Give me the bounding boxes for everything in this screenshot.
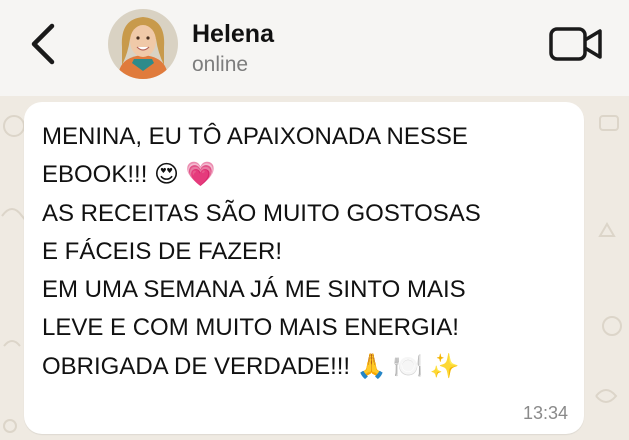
- message-line: EM UMA SEMANA JÁ ME SINTO MAIS: [42, 276, 466, 304]
- message-line: OBRIGADA DE VERDADE!!! 🙏 🍽️ ✨: [42, 352, 460, 380]
- message-bubble[interactable]: MENINA, EU TÔ APAIXONADA NESSE EBOOK!!! …: [24, 102, 584, 434]
- message-line: AS RECEITAS SÃO MUITO GOSTOSAS: [42, 199, 481, 227]
- message-line: LEVE E COM MUITO MAIS ENERGIA!: [42, 314, 459, 342]
- contact-name[interactable]: Helena: [192, 20, 274, 49]
- chat-header: Helena online: [0, 0, 629, 96]
- chevron-left-icon: [31, 23, 55, 65]
- video-call-button[interactable]: [548, 24, 604, 64]
- message-text: MENINA, EU TÔ APAIXONADA NESSE EBOOK!!! …: [42, 118, 572, 386]
- message-line: MENINA, EU TÔ APAIXONADA NESSE: [42, 123, 468, 150]
- video-camera-icon: [549, 27, 602, 61]
- message-line: EBOOK!!! 😍 💗: [42, 161, 216, 189]
- contact-status: online: [192, 53, 249, 76]
- back-button[interactable]: [26, 22, 62, 66]
- message-timestamp: 13:34: [522, 403, 568, 423]
- avatar[interactable]: [108, 9, 178, 79]
- message-line: E FÁCEIS DE FAZER!: [42, 237, 283, 265]
